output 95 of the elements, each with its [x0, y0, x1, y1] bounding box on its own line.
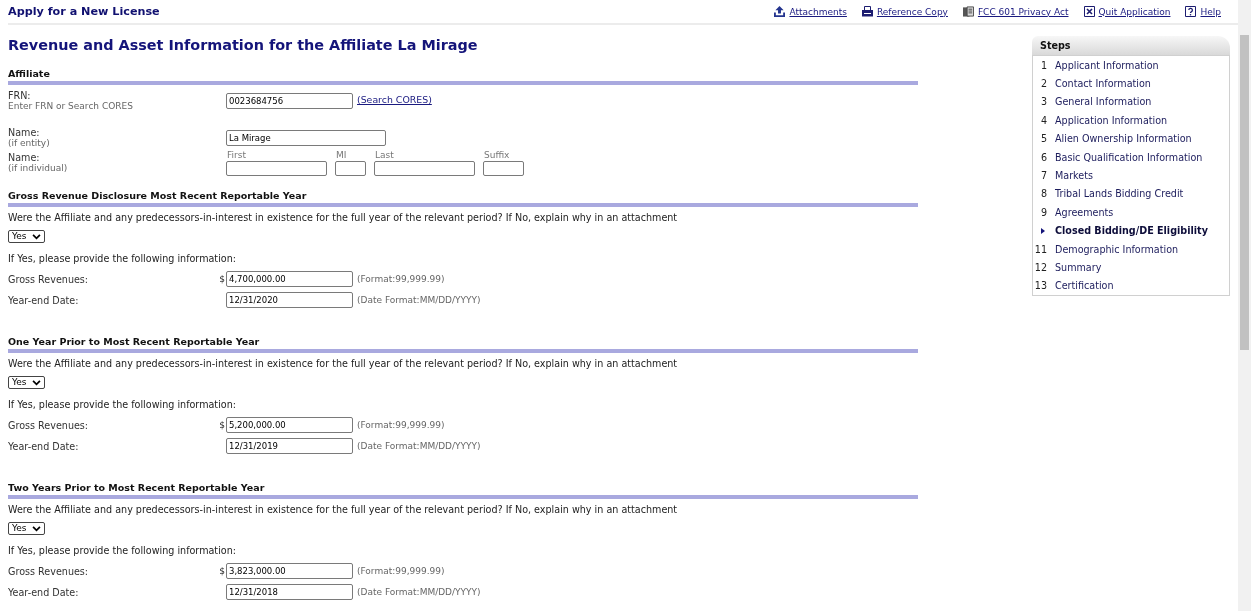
scrollbar-thumb[interactable] [1240, 35, 1249, 350]
frn-input[interactable]: 0023684756 [226, 93, 353, 109]
step-link[interactable]: Certification [1055, 280, 1114, 292]
step-number: 4 [1040, 114, 1047, 126]
format-hint: (Format:99,999.99) [357, 420, 445, 430]
step-link[interactable]: Agreements [1055, 206, 1114, 218]
step-number: 13 [1034, 280, 1047, 292]
name-part-label: First [227, 150, 246, 160]
field-label: Name: [8, 128, 40, 138]
app-title: Apply for a New License [8, 5, 160, 18]
name-part-input[interactable] [374, 161, 475, 176]
answer-dropdown[interactable]: Yes [8, 230, 45, 243]
step-link[interactable]: Closed Bidding/DE Eligibility [1055, 225, 1208, 237]
step-link[interactable]: Demographic Information [1055, 243, 1179, 255]
step-link[interactable]: Markets [1055, 170, 1093, 182]
step-number: 8 [1040, 188, 1047, 200]
step-number: 5 [1040, 133, 1047, 145]
close-box-icon [1083, 6, 1095, 17]
year-end-date-input[interactable]: 12/31/2018 [226, 584, 353, 600]
field-label: Year-end Date: [8, 294, 80, 306]
printer-icon [861, 6, 873, 17]
year-end-date-input[interactable]: 12/31/2019 [226, 438, 353, 454]
name-part-input[interactable] [483, 161, 524, 176]
year-end-date-input[interactable]: 12/31/2020 [226, 292, 353, 308]
step-number: 3 [1040, 96, 1047, 108]
section-heading: One Year Prior to Most Recent Reportable Year [8, 336, 260, 347]
step-link[interactable]: General Information [1055, 96, 1152, 108]
documents-icon [962, 6, 974, 17]
format-hint: (Date Format:MM/DD/YYYY) [357, 295, 481, 305]
vertical-scrollbar[interactable] [1238, 0, 1251, 611]
field-label: Gross Revenues: [8, 565, 90, 577]
entity-name-input[interactable]: La Mirage [226, 130, 386, 146]
prompt-text: If Yes, please provide the following information: [8, 253, 236, 264]
section-heading: Two Years Prior to Most Recent Reportable Year [8, 482, 265, 493]
header-link[interactable]: FCC 601 Privacy Act [962, 6, 1069, 17]
gross-revenue-input[interactable]: 4,700,000.00 [226, 271, 353, 287]
page-title: Revenue and Asset Information for the Affiliate La Mirage [8, 36, 479, 55]
field-label: Gross Revenues: [8, 419, 90, 431]
step-link[interactable]: Applicant Information [1055, 59, 1159, 71]
current-step-marker-icon [1041, 227, 1045, 234]
step-link[interactable]: Tribal Lands Bidding Credit [1055, 188, 1184, 200]
section-heading: Gross Revenue Disclosure Most Recent Reportable Year [8, 190, 307, 201]
question-text: Were the Affiliate and any predecessors-in-interest in existence for the full year of the relevant period? If No, explain why in an attachment [8, 212, 678, 223]
name-part-input[interactable] [335, 161, 366, 176]
currency-sign: $ [219, 420, 225, 430]
format-hint: (Format:99,999.99) [357, 566, 445, 576]
question-text: Were the Affiliate and any predecessors-in-interest in existence for the full year of the relevant period? If No, explain why in an attachment [8, 504, 678, 515]
chevron-down-icon [32, 379, 41, 386]
header-link[interactable]: Quit Application [1083, 6, 1171, 17]
step-number: 2 [1040, 78, 1047, 90]
header-link[interactable]: Attachments [774, 6, 847, 17]
currency-sign: $ [219, 274, 225, 284]
gross-revenue-input[interactable]: 5,200,000.00 [226, 417, 353, 433]
prompt-text: If Yes, please provide the following information: [8, 545, 236, 556]
header-link[interactable]: Help [1185, 6, 1221, 17]
name-part-input[interactable] [226, 161, 327, 176]
field-label: Gross Revenues: [8, 273, 90, 285]
help-icon [1185, 6, 1197, 17]
step-number: 9 [1040, 206, 1047, 218]
answer-dropdown[interactable]: Yes [8, 376, 45, 389]
header-link[interactable]: Reference Copy [861, 6, 948, 17]
step-link[interactable]: Summary [1055, 262, 1102, 273]
step-link[interactable]: Application Information [1055, 114, 1168, 126]
field-note: Enter FRN or Search CORES [8, 101, 133, 111]
format-hint: (Date Format:MM/DD/YYYY) [357, 441, 481, 451]
step-number: 11 [1034, 243, 1047, 255]
search-cores-link[interactable]: (Search CORES) [357, 94, 432, 106]
step-link[interactable]: Contact Information [1055, 78, 1151, 90]
currency-sign: $ [219, 566, 225, 576]
question-text: Were the Affiliate and any predecessors-in-interest in existence for the full year of the relevant period? If No, explain why in an attachment [8, 358, 678, 369]
field-label: Year-end Date: [8, 440, 80, 452]
step-link[interactable]: Alien Ownership Information [1055, 133, 1192, 145]
field-note: (if entity) [8, 138, 50, 148]
field-label: FRN: [8, 91, 31, 101]
field-label: Name: [8, 153, 40, 163]
answer-dropdown[interactable]: Yes [8, 522, 45, 535]
step-number: 12 [1034, 262, 1047, 273]
name-part-label: Last [375, 150, 394, 160]
field-note: (if individual) [8, 163, 68, 173]
prompt-text: If Yes, please provide the following information: [8, 399, 236, 410]
chevron-down-icon [32, 233, 41, 240]
chevron-down-icon [32, 525, 41, 532]
gross-revenue-input[interactable]: 3,823,000.00 [226, 563, 353, 579]
steps-header: Steps [1032, 36, 1230, 55]
field-label: Year-end Date: [8, 586, 80, 598]
format-hint: (Date Format:MM/DD/YYYY) [357, 587, 481, 597]
section-heading: Affiliate [8, 68, 50, 79]
name-part-label: MI [336, 150, 347, 160]
step-number: 6 [1040, 151, 1047, 163]
name-part-label: Suffix [484, 150, 510, 160]
upload-icon [774, 6, 786, 17]
format-hint: (Format:99,999.99) [357, 274, 445, 284]
step-link[interactable]: Basic Qualification Information [1055, 151, 1203, 163]
step-number: 1 [1040, 59, 1047, 71]
step-number: 7 [1040, 170, 1047, 182]
